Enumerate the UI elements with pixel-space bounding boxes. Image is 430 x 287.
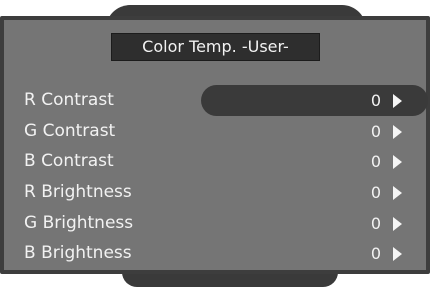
row-label: R Brightness: [24, 182, 132, 202]
row-label: G Brightness: [24, 213, 134, 233]
row-value: 0: [370, 152, 381, 171]
row-value: 0: [370, 122, 381, 141]
row-label: B Contrast: [24, 151, 114, 171]
row-value: 0: [370, 214, 381, 233]
menu-row-g-brightness[interactable]: G Brightness 0: [4, 209, 426, 238]
triangle-right-icon[interactable]: [393, 247, 402, 261]
triangle-right-icon[interactable]: [393, 94, 402, 108]
color-temp-panel: Color Temp. -User- R Contrast 0 G Contra…: [0, 16, 430, 274]
menu-row-b-contrast[interactable]: B Contrast 0: [4, 147, 426, 176]
menu-row-r-contrast[interactable]: R Contrast 0: [4, 85, 428, 116]
triangle-right-icon[interactable]: [393, 186, 402, 200]
menu-title: Color Temp. -User-: [111, 33, 320, 61]
osd-menu: Color Temp. -User- R Contrast 0 G Contra…: [0, 0, 430, 287]
row-label: R Contrast: [24, 90, 114, 110]
triangle-right-icon[interactable]: [393, 125, 402, 139]
row-label: B Brightness: [24, 243, 132, 263]
triangle-right-icon[interactable]: [393, 217, 402, 231]
row-value: 0: [370, 244, 381, 263]
menu-row-g-contrast[interactable]: G Contrast 0: [4, 117, 426, 146]
triangle-right-icon[interactable]: [393, 155, 402, 169]
menu-row-b-brightness[interactable]: B Brightness 0: [4, 239, 426, 268]
row-value: 0: [370, 183, 381, 202]
row-value: 0: [370, 91, 381, 110]
menu-bottom-tab: [122, 272, 338, 287]
row-label: G Contrast: [24, 121, 116, 141]
menu-row-r-brightness[interactable]: R Brightness 0: [4, 178, 426, 207]
